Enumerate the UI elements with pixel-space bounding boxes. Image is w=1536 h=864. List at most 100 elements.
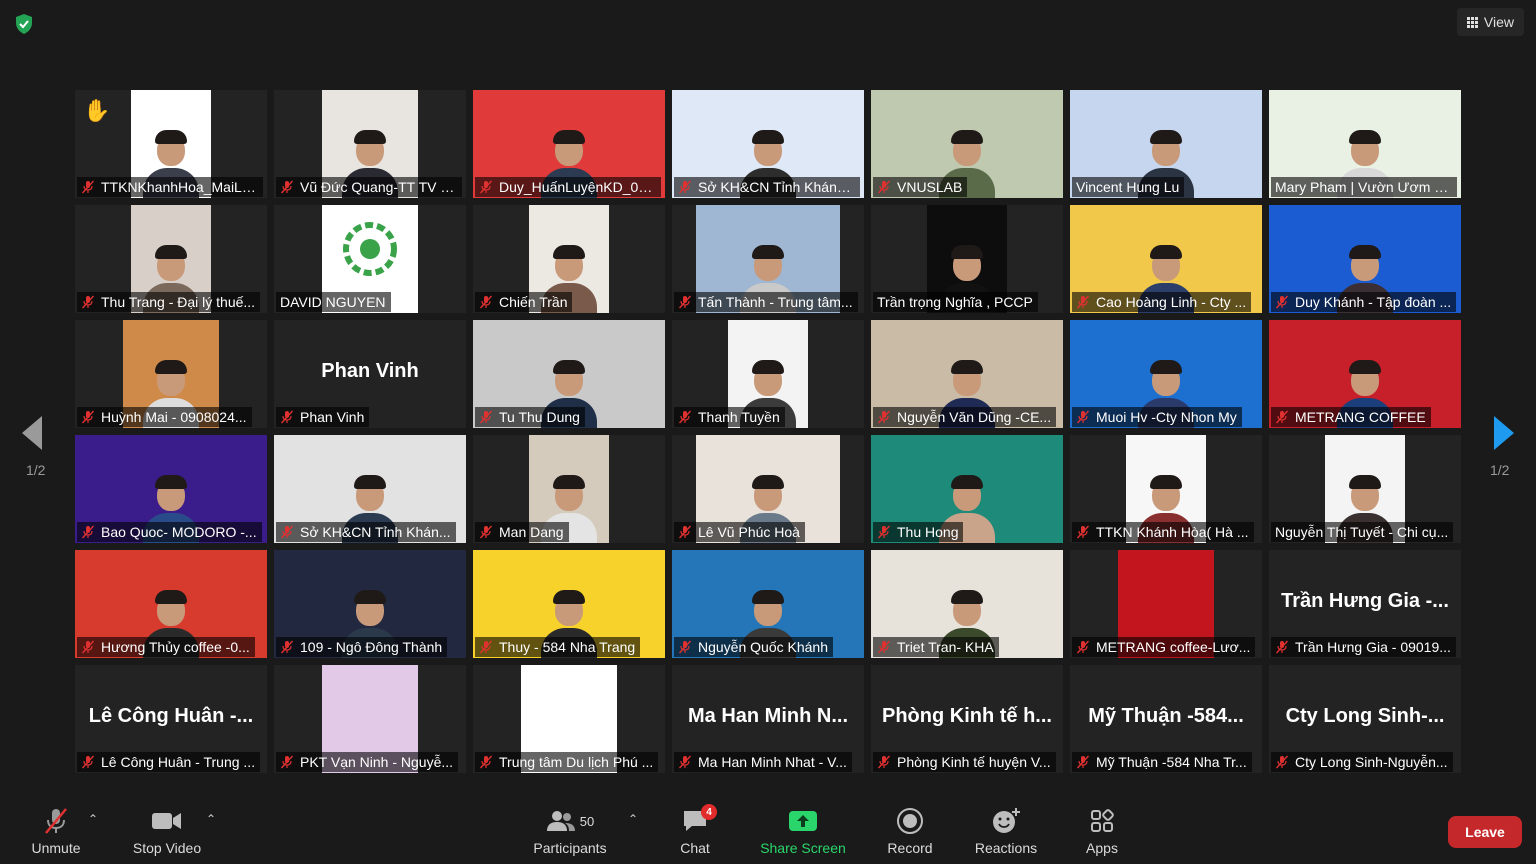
muted-microphone-icon [678,410,692,424]
participant-tile[interactable]: Nguyễn Quốc Khánh [672,550,864,658]
participant-tile[interactable]: Thu Trang - Đại lý thuế... [75,205,267,313]
participant-name-label: Thuy - 584 Nha Trang [475,637,641,657]
participant-name-placeholder: Trần Hưng Gia -... [1281,590,1449,612]
participant-name-label: Tấn Thành - Trung tâm... [674,292,858,312]
muted-microphone-icon [678,295,692,309]
participants-button[interactable]: 50 Participants [530,802,610,856]
participants-label: Participants [533,840,607,856]
participant-tile[interactable]: Sở KH&CN Tỉnh Khán... [274,435,466,543]
participant-name-label: TTKNKhanhHoa_MaiLe... [77,177,263,197]
participant-name: Nguyễn Văn Dũng -CE... [897,409,1052,425]
participant-name: DAVID NGUYEN [280,294,386,310]
participants-options-caret-icon[interactable]: ⌃ [628,812,638,826]
security-shield-icon[interactable] [12,12,36,36]
participant-tile[interactable]: Man Dang [473,435,665,543]
next-page-arrow-icon[interactable] [1494,416,1514,450]
participant-name: Vũ Đức Quang-TT TV c... [300,179,457,195]
record-button[interactable]: Record [884,802,936,856]
participant-name: Thanh Tuyền [698,409,780,425]
participant-name: Duy Khánh - Tập đoàn ... [1295,294,1452,310]
participant-tile[interactable]: DAVID NGUYEN [274,205,466,313]
muted-microphone-icon [1076,295,1090,309]
view-label: View [1483,14,1514,30]
muted-microphone-icon [1076,640,1090,654]
participant-name-label: Triet Tran- KHA [873,637,999,657]
participant-tile[interactable]: Tấn Thành - Trung tâm... [672,205,864,313]
participant-name: Lê Công Huân - Trung ... [101,754,256,770]
share-screen-label: Share Screen [760,840,846,856]
participant-tile[interactable]: Duy Khánh - Tập đoàn ... [1269,205,1461,313]
share-screen-button[interactable]: Share Screen [758,802,848,856]
muted-microphone-icon [678,640,692,654]
participant-name: Chiến Trần [499,294,568,310]
participant-name: Lê Vũ Phúc Hoà [698,524,800,540]
participant-tile[interactable]: Mary Pham | Vườn Ươm K... [1269,90,1461,198]
stop-video-button[interactable]: Stop Video [130,802,204,856]
participant-tile[interactable]: Sở KH&CN Tỉnh Khánh H... [672,90,864,198]
audio-options-caret-icon[interactable]: ⌃ [88,812,98,826]
apps-button[interactable]: Apps [1084,802,1120,856]
video-camera-icon [152,813,181,829]
participant-tile[interactable]: Hương Thủy coffee -0... [75,550,267,658]
participant-name-placeholder: Ma Han Minh N... [688,705,848,727]
participant-name-placeholder: Cty Long Sinh-... [1285,705,1445,727]
participant-tile[interactable]: 109 - Ngô Đông Thành [274,550,466,658]
participant-tile[interactable]: Trung tâm Du lịch Phú ... [473,665,665,773]
grid-icon [1466,16,1478,28]
participant-name-label: Cty Long Sinh-Nguyễn... [1271,752,1453,772]
reactions-label: Reactions [974,840,1038,856]
unmute-button[interactable]: Unmute [28,802,84,856]
participant-tile[interactable]: Vincent Hung Lu [1070,90,1262,198]
participant-tile[interactable]: Duy_HuấnLuyệnKD_09... [473,90,665,198]
participant-tile[interactable]: Vũ Đức Quang-TT TV c... [274,90,466,198]
participant-tile[interactable]: Muoi Hv -Cty Nhon My [1070,320,1262,428]
participant-tile[interactable]: METRANG coffee-Lươ... [1070,550,1262,658]
participant-name-label: Muoi Hv -Cty Nhon My [1072,407,1242,427]
participant-tile[interactable]: ✋ TTKNKhanhHoa_MaiLe... [75,90,267,198]
participant-tile[interactable]: Lê Vũ Phúc Hoà [672,435,864,543]
participant-tile[interactable]: METRANG COFFEE [1269,320,1461,428]
participant-tile[interactable]: Tu Thu Dung [473,320,665,428]
reactions-button[interactable]: Reactions [972,802,1040,856]
participant-name: Huỳnh Mai - 0908024... [101,409,247,425]
participant-tile[interactable]: Chiến Trần [473,205,665,313]
participant-tile[interactable]: Thuy - 584 Nha Trang [473,550,665,658]
participant-tile[interactable]: Huỳnh Mai - 0908024... [75,320,267,428]
participant-tile[interactable]: Bao Quoc- MODORO -... [75,435,267,543]
participant-tile[interactable]: Thu Hong [871,435,1063,543]
participant-tile[interactable]: Nguyễn Thị Tuyết - Chi cụ... [1269,435,1461,543]
participant-tile[interactable]: Phòng Kinh tế h... Phòng Kinh tế huyện V.… [871,665,1063,773]
participant-tile[interactable]: Thanh Tuyền [672,320,864,428]
leave-button[interactable]: Leave [1448,816,1522,848]
video-options-caret-icon[interactable]: ⌃ [206,812,216,826]
participant-tile[interactable]: PKT Vạn Ninh - Nguyễ... [274,665,466,773]
participant-tile[interactable]: Mỹ Thuận -584... Mỹ Thuận -584 Nha Tr... [1070,665,1262,773]
participant-tile[interactable]: Cao Hoàng Linh - Cty ... [1070,205,1262,313]
participant-tile[interactable]: VNUSLAB [871,90,1063,198]
participant-tile[interactable]: Cty Long Sinh-... Cty Long Sinh-Nguyễn... [1269,665,1461,773]
participant-tile[interactable]: Trần trọng Nghĩa , PCCP [871,205,1063,313]
participant-tile[interactable]: Ma Han Minh N... Ma Han Minh Nhat - V... [672,665,864,773]
participant-tile[interactable]: TTKN Khánh Hòa( Hà ... [1070,435,1262,543]
muted-microphone-icon [81,180,95,194]
participant-name-label: Lê Vũ Phúc Hoà [674,522,805,542]
participant-tile[interactable]: Triet Tran- KHA [871,550,1063,658]
participant-name-label: Sở KH&CN Tỉnh Khánh H... [674,177,860,197]
participants-count: 50 [579,813,595,829]
participant-tile[interactable]: Phan Vinh Phan Vinh [274,320,466,428]
page-indicator-left: 1/2 [26,462,46,478]
participant-tile[interactable]: Trần Hưng Gia -... Trần Hưng Gia - 09019.… [1269,550,1461,658]
participant-name-placeholder: Phan Vinh [321,360,419,382]
view-button[interactable]: View [1456,8,1524,36]
chat-button[interactable]: 4 Chat [675,802,717,856]
participant-name-label: Man Dang [475,522,569,542]
participant-name-label: Huỳnh Mai - 0908024... [77,407,252,427]
participant-name-label: Mỹ Thuận -584 Nha Tr... [1072,752,1252,772]
video-gallery: ✋ TTKNKhanhHoa_MaiLe... Vũ Đức Quang-TT TV… [75,90,1463,774]
muted-microphone-icon [1076,525,1090,539]
participant-name-label: Nguyễn Quốc Khánh [674,637,833,657]
previous-page-arrow-icon[interactable] [22,416,42,450]
participant-tile[interactable]: Lê Công Huân -... Lê Công Huân - Trung ..… [75,665,267,773]
participant-tile[interactable]: Nguyễn Văn Dũng -CE... [871,320,1063,428]
participant-name: Hương Thủy coffee -0... [101,639,250,655]
